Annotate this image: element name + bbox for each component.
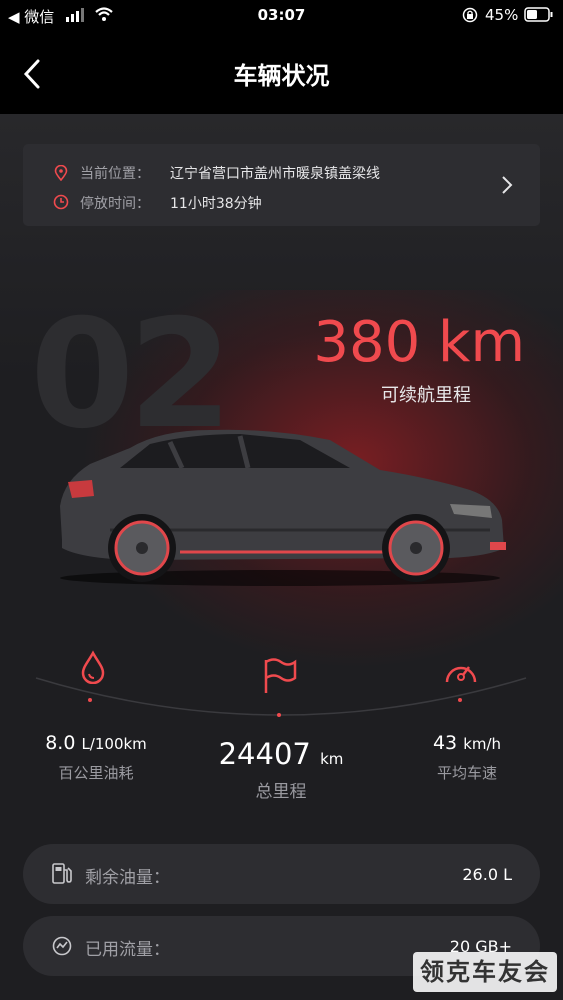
avg-speed-label: 平均车速	[436, 764, 497, 782]
forum-watermark: 领克车友会	[413, 952, 557, 992]
clock-icon	[53, 194, 69, 210]
location-card[interactable]: 当前位置： 辽宁省营口市盖州市暖泉镇盖梁线 停放时间： 11小时38分钟	[23, 144, 540, 226]
parked-time-label: 停放时间：	[80, 196, 150, 212]
battery-percent: 45%	[485, 6, 519, 24]
range-label: 可续航里程	[381, 385, 471, 406]
mileage-value: 24407	[218, 737, 311, 771]
mileage-unit: km	[320, 750, 344, 768]
status-bar: ◀ 微信 03:07 45%	[0, 0, 563, 30]
page-title: 车辆状况	[233, 62, 330, 90]
status-time: 03:07	[257, 6, 306, 24]
fuel-consumption-stat: 8.0 L/100km 百公里油耗	[16, 732, 176, 783]
location-value: 辽宁省营口市盖州市暖泉镇盖梁线	[170, 166, 380, 182]
fuel-pump-icon	[52, 863, 72, 884]
data-usage-label: 已用流量：	[85, 940, 170, 960]
flag-icon	[264, 658, 297, 693]
chevron-right-icon	[502, 176, 513, 194]
parked-time-value: 11小时38分钟	[170, 196, 262, 212]
location-pin-icon	[54, 165, 68, 181]
nav-header: 车辆状况	[0, 30, 563, 114]
fuel-consumption-unit: L/100km	[81, 735, 147, 753]
speedometer-icon	[445, 666, 477, 683]
range-value: 380 km	[313, 310, 525, 375]
avg-speed-value: 43	[432, 732, 458, 754]
fuel-consumption-value: 8.0	[45, 732, 76, 754]
fuel-remaining-row: 剩余油量： 26.0 L	[23, 844, 540, 904]
fuel-consumption-label: 百公里油耗	[58, 764, 134, 782]
fuel-remaining-label: 剩余油量：	[85, 868, 170, 888]
mileage-label: 总里程	[255, 782, 307, 802]
avg-speed-unit: km/h	[463, 735, 502, 753]
fuel-drop-icon	[81, 650, 105, 684]
orientation-lock-icon	[462, 7, 478, 27]
location-label: 当前位置：	[80, 166, 150, 182]
mileage-stat: 24407 km 总里程	[181, 737, 381, 802]
fuel-remaining-value: 26.0 L	[462, 865, 512, 884]
avg-speed-stat: 43 km/h 平均车速	[397, 732, 537, 783]
data-usage-icon	[52, 936, 72, 956]
battery-icon	[524, 7, 554, 27]
car-image	[60, 429, 506, 586]
